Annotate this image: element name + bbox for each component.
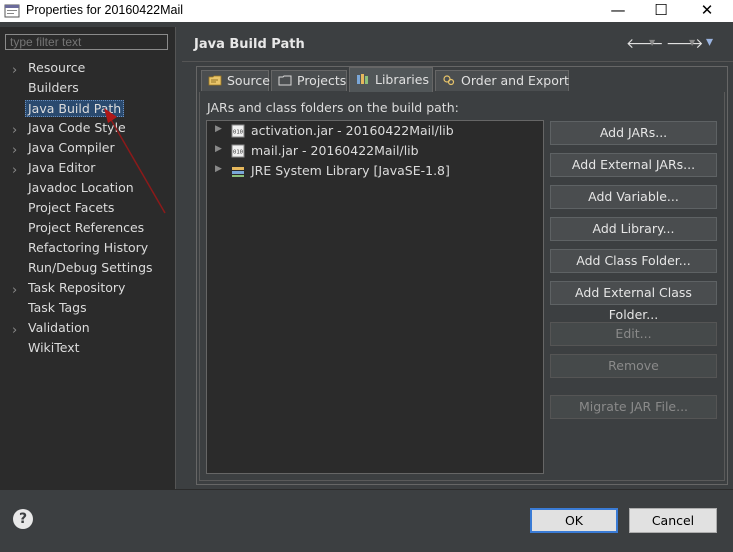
add-variable-button[interactable]: Add Variable... xyxy=(550,185,717,209)
list-item-label: mail.jar - 20160422Mail/lib xyxy=(251,143,419,158)
sidebar: › Resource Builders Java Build Path › Java Co… xyxy=(0,27,176,489)
list-item-label: activation.jar - 20160422Mail/lib xyxy=(251,123,454,138)
remove-button[interactable]: Remove xyxy=(550,354,717,378)
close-button[interactable]: ✕ xyxy=(684,0,730,22)
expand-chevron-icon[interactable]: › xyxy=(12,163,17,178)
add-external-class-folder-button[interactable]: Add External Class Folder... xyxy=(550,281,717,322)
add-jars-button[interactable]: Add JARs... xyxy=(550,121,717,145)
add-class-folder-button[interactable]: Add Class Folder... xyxy=(550,249,717,273)
sidebar-item-project-facets[interactable]: Project Facets xyxy=(28,200,114,215)
tab-order-and-export-label: Order and Export xyxy=(461,73,569,88)
sidebar-item-java-code-style[interactable]: Java Code Style xyxy=(28,120,126,135)
sidebar-item-java-build-path[interactable]: Java Build Path xyxy=(25,100,125,117)
order-export-icon xyxy=(443,75,455,86)
expand-chevron-icon[interactable]: › xyxy=(12,143,17,158)
sidebar-item-java-editor[interactable]: Java Editor xyxy=(28,160,95,175)
tab-libraries-label: Libraries xyxy=(375,72,429,87)
expand-chevron-icon[interactable]: › xyxy=(12,283,17,298)
back-dropdown-icon[interactable]: ▼ xyxy=(649,38,655,47)
libraries-tab-content: JARs and class folders on the build path… xyxy=(199,92,725,481)
tab-projects-label: Projects xyxy=(297,73,347,88)
sidebar-item-builders[interactable]: Builders xyxy=(28,80,79,95)
help-icon[interactable]: ? xyxy=(13,509,33,529)
svg-text:010: 010 xyxy=(233,130,243,136)
sidebar-item-task-repository[interactable]: Task Repository xyxy=(28,280,125,295)
jar-icon: 010 xyxy=(231,124,245,138)
main-area: Java Build Path 🡐 ▼ 🡒 ▼ ▾ Source Project… xyxy=(182,27,733,489)
tab-source-label: Source xyxy=(227,73,270,88)
list-item[interactable]: ▶ 010 activation.jar - 20160422Mail/lib xyxy=(207,121,541,141)
expand-arrow-icon[interactable]: ▶ xyxy=(215,164,222,174)
tab-source[interactable]: Source xyxy=(201,70,270,91)
tab-order-and-export[interactable]: Order and Export xyxy=(435,70,569,91)
libraries-icon xyxy=(357,74,368,84)
expand-arrow-icon[interactable]: ▶ xyxy=(215,124,222,134)
add-library-button[interactable]: Add Library... xyxy=(550,217,717,241)
add-external-jars-button[interactable]: Add External JARs... xyxy=(550,153,717,177)
cancel-button[interactable]: Cancel xyxy=(629,508,717,533)
sidebar-item-run-debug-settings[interactable]: Run/Debug Settings xyxy=(28,260,153,275)
tab-libraries[interactable]: Libraries xyxy=(349,67,433,92)
sidebar-item-refactoring-history[interactable]: Refactoring History xyxy=(28,240,148,255)
projects-icon xyxy=(278,75,292,86)
sidebar-item-project-references[interactable]: Project References xyxy=(28,220,144,235)
expand-arrow-icon[interactable]: ▶ xyxy=(215,144,222,154)
window-title: Properties for 20160422Mail xyxy=(26,3,184,17)
expand-chevron-icon[interactable]: › xyxy=(12,323,17,338)
sidebar-item-wikitext[interactable]: WikiText xyxy=(28,340,80,355)
source-folder-icon xyxy=(208,75,222,86)
svg-text:010: 010 xyxy=(233,150,243,156)
library-list[interactable]: ▶ 010 activation.jar - 20160422Mail/lib … xyxy=(206,120,544,474)
expand-chevron-icon[interactable]: › xyxy=(12,63,17,78)
maximize-button[interactable]: ☐ xyxy=(638,0,684,22)
back-arrow-icon[interactable]: 🡐 xyxy=(626,35,664,52)
library-icon xyxy=(232,167,244,177)
minimize-button[interactable]: — xyxy=(595,0,641,22)
page-header: Java Build Path 🡐 ▼ 🡒 ▼ ▾ xyxy=(182,27,733,62)
title-bar: Properties for 20160422Mail — ☐ ✕ xyxy=(0,0,733,22)
sidebar-item-java-compiler[interactable]: Java Compiler xyxy=(28,140,115,155)
dialog-footer: ? OK Cancel xyxy=(0,489,733,552)
forward-dropdown-icon[interactable]: ▼ xyxy=(689,38,695,47)
tab-bar: Source Projects Libraries Order and Expo… xyxy=(197,67,727,92)
expand-chevron-icon[interactable]: › xyxy=(12,123,17,138)
sidebar-item-javadoc-location[interactable]: Javadoc Location xyxy=(28,180,134,195)
list-item[interactable]: ▶ JRE System Library [JavaSE-1.8] xyxy=(207,161,541,181)
forward-arrow-icon[interactable]: 🡒 xyxy=(666,35,704,52)
sidebar-item-validation[interactable]: Validation xyxy=(28,320,90,335)
sidebar-item-resource[interactable]: Resource xyxy=(28,60,85,75)
migrate-jar-button[interactable]: Migrate JAR File... xyxy=(550,395,717,419)
ok-button[interactable]: OK xyxy=(530,508,618,533)
app-icon xyxy=(4,4,20,18)
jar-icon: 010 xyxy=(231,144,245,158)
tab-projects[interactable]: Projects xyxy=(271,70,347,91)
list-item-label: JRE System Library [JavaSE-1.8] xyxy=(251,163,450,178)
page-title: Java Build Path xyxy=(194,37,305,52)
filter-input[interactable] xyxy=(5,34,168,50)
view-menu-icon[interactable]: ▾ xyxy=(706,34,713,50)
libraries-caption: JARs and class folders on the build path… xyxy=(207,100,459,115)
edit-button[interactable]: Edit... xyxy=(550,322,717,346)
sidebar-item-task-tags[interactable]: Task Tags xyxy=(28,300,87,315)
list-item[interactable]: ▶ 010 mail.jar - 20160422Mail/lib xyxy=(207,141,541,161)
build-path-panel: Source Projects Libraries Order and Expo… xyxy=(196,66,728,485)
